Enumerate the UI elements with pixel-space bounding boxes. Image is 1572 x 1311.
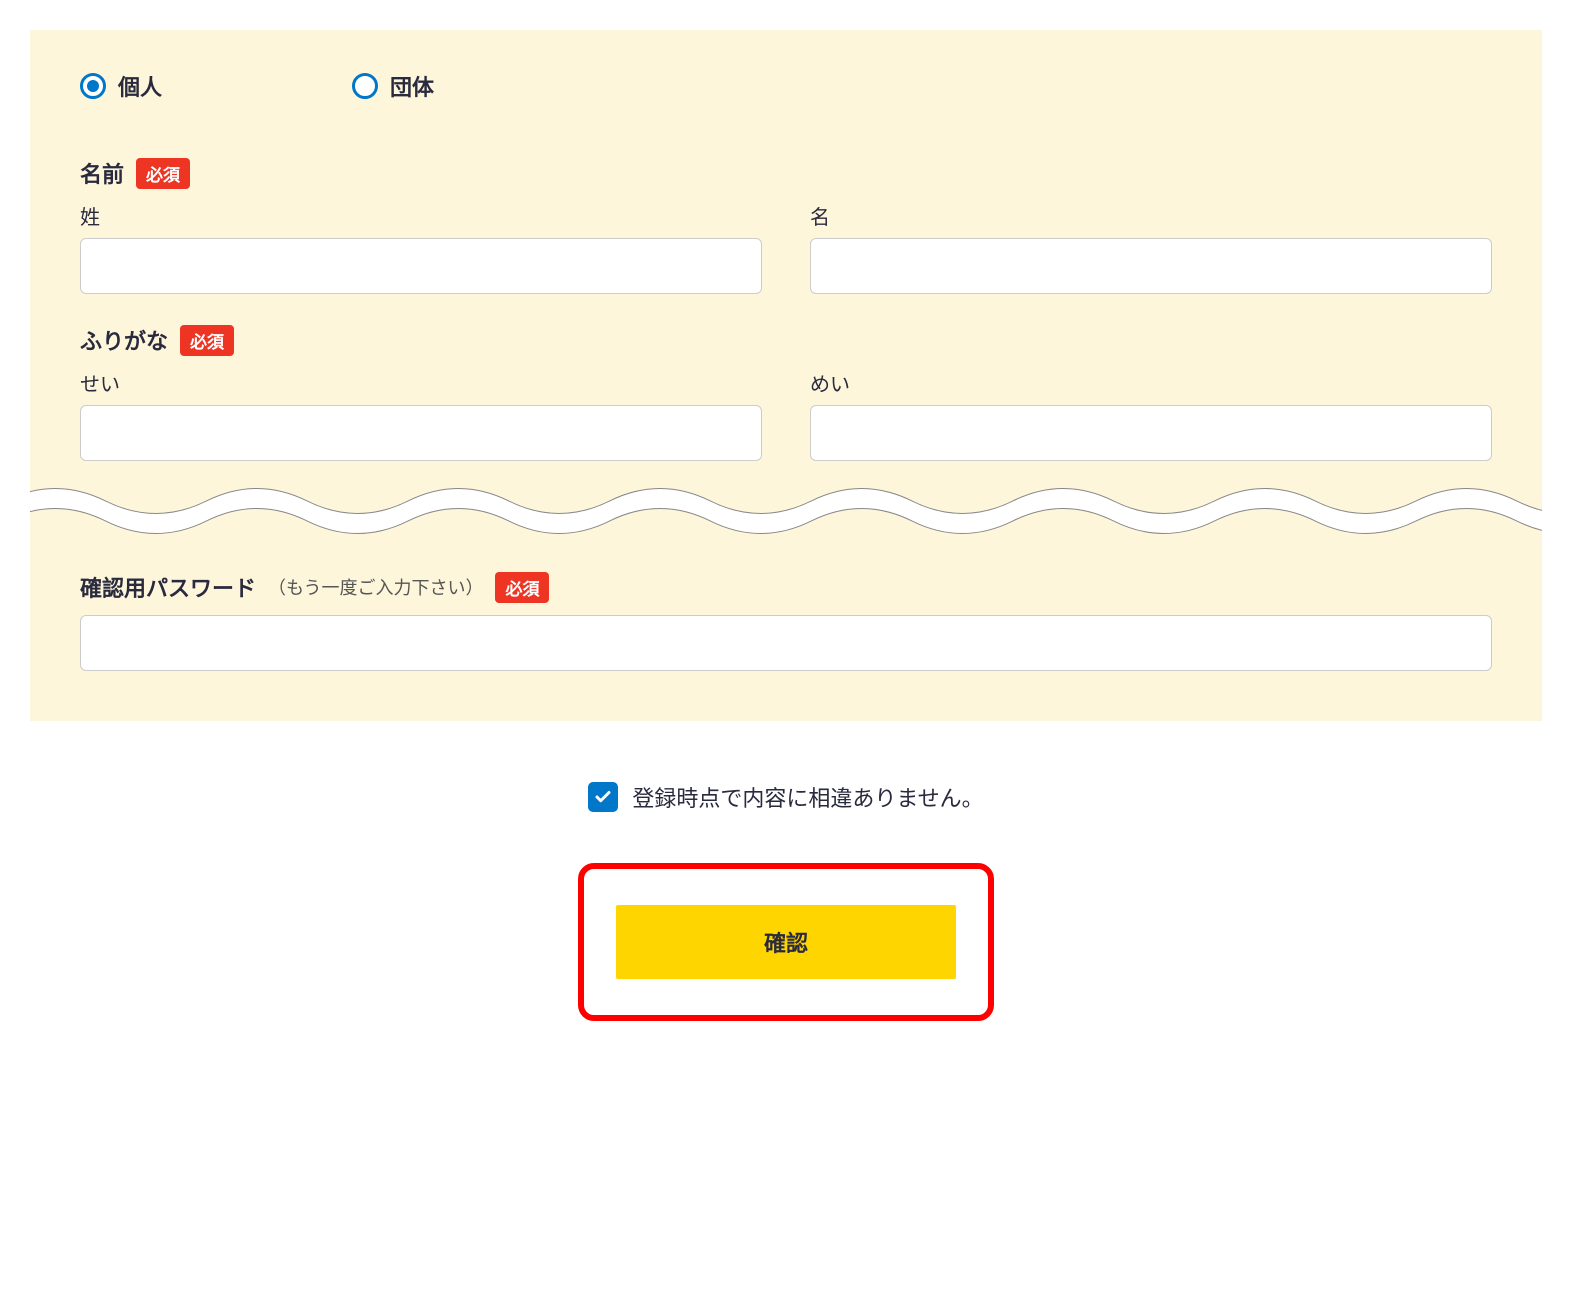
confirm-button-highlight: 確認 (578, 863, 994, 1021)
password-confirm-subtitle: （もう一度ご入力下さい） (268, 574, 483, 600)
agreement-label: 登録時点で内容に相違ありません。 (632, 781, 983, 813)
first-name-input[interactable] (810, 238, 1492, 294)
password-confirm-title: 確認用パスワード (80, 571, 256, 603)
radio-individual[interactable]: 個人 (80, 70, 162, 102)
last-name-input[interactable] (80, 238, 762, 294)
radio-group-label: 団体 (390, 70, 434, 102)
last-name-label: 姓 (80, 201, 762, 230)
agreement-checkbox[interactable] (588, 782, 618, 812)
furigana-last-input[interactable] (80, 405, 762, 461)
name-heading: 名前 必須 (80, 157, 1492, 189)
required-badge: 必須 (180, 325, 234, 356)
required-badge: 必須 (495, 572, 549, 603)
password-confirm-heading: 確認用パスワード （もう一度ご入力下さい） 必須 (80, 571, 1492, 603)
furigana-field-group: ふりがな 必須 せい めい (80, 324, 1492, 461)
required-badge: 必須 (136, 158, 190, 189)
agreement-checkbox-row: 登録時点で内容に相違ありません。 (588, 781, 983, 813)
name-title: 名前 (80, 157, 124, 189)
radio-icon-selected (80, 73, 106, 99)
wavy-cut-divider (30, 471, 1542, 551)
furigana-last-label: せい (80, 368, 762, 397)
radio-icon-unselected (352, 73, 378, 99)
furigana-heading: ふりがな 必須 (80, 324, 1492, 356)
registration-form: 個人 団体 名前 必須 姓 名 ふりがな 必須 (30, 30, 1542, 721)
name-field-group: 名前 必須 姓 名 (80, 157, 1492, 294)
check-icon (594, 788, 612, 806)
furigana-first-input[interactable] (810, 405, 1492, 461)
account-type-radios: 個人 団体 (80, 70, 1492, 102)
first-name-label: 名 (810, 201, 1492, 230)
radio-group[interactable]: 団体 (352, 70, 434, 102)
confirm-button[interactable]: 確認 (616, 905, 956, 979)
radio-individual-label: 個人 (118, 70, 162, 102)
furigana-first-label: めい (810, 368, 1492, 397)
password-confirm-input[interactable] (80, 615, 1492, 671)
furigana-title: ふりがな (80, 324, 168, 356)
password-confirm-field-group: 確認用パスワード （もう一度ご入力下さい） 必須 (80, 571, 1492, 671)
confirmation-section: 登録時点で内容に相違ありません。 確認 (30, 721, 1542, 1021)
